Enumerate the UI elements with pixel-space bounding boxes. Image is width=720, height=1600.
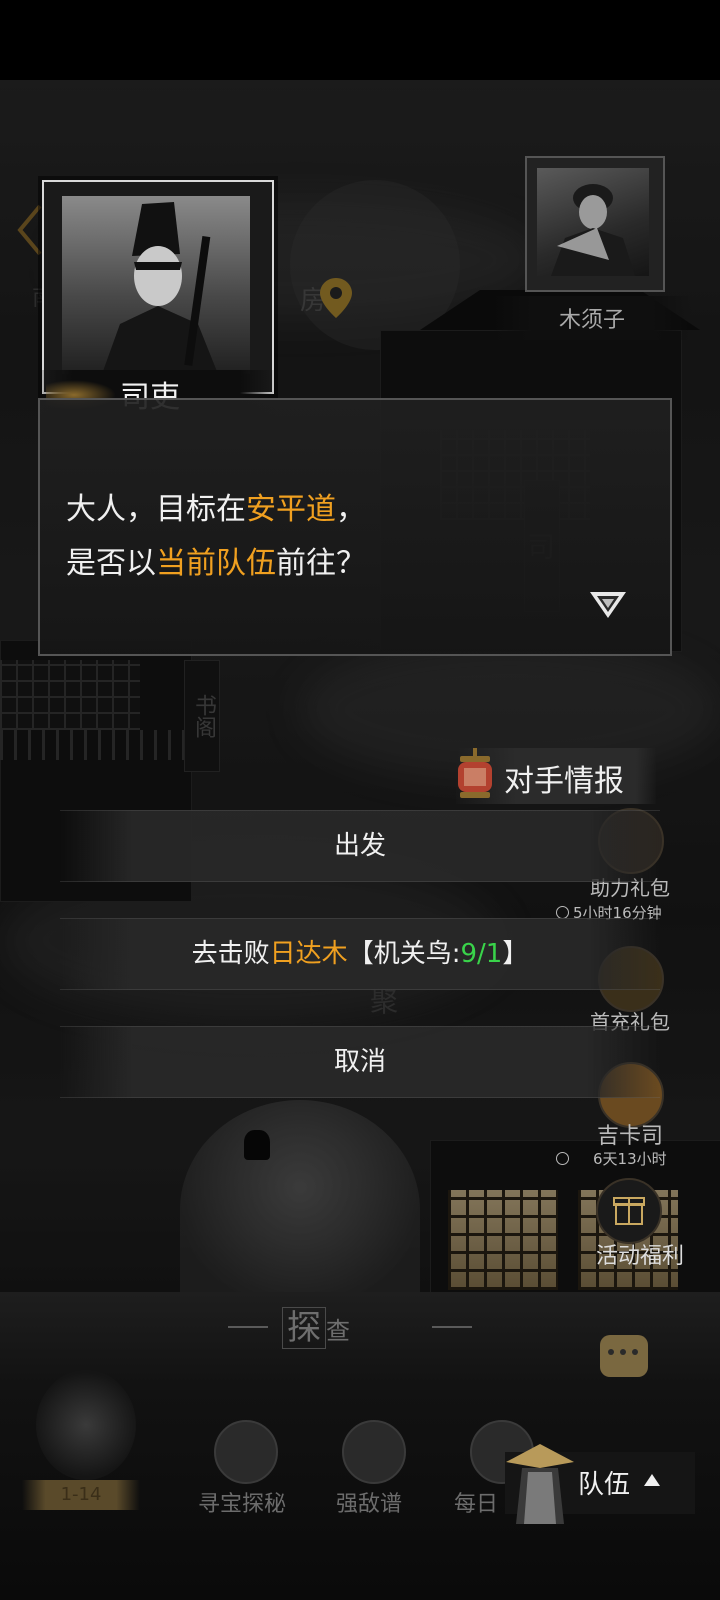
defeat-prefix: 去击败 [191,939,270,969]
jika-label: 吉卡司 [596,1124,663,1149]
jika-timer-text: 6天13小时 [593,1150,667,1168]
stage-level-badge: 1-14 [22,1480,140,1510]
dialog-box[interactable]: 大人，目标在安平道， 是否以当前队伍前往？ [38,398,672,656]
npc-portrait-frame[interactable] [525,156,665,292]
defeat-target-option[interactable]: 去击败日达木【机关鸟:9/1】 [60,918,660,990]
defeat-target-name: 日达木 [269,939,348,969]
dialog-target-location: 安平道 [246,492,336,527]
dialog-line-1: 大人，目标在安平道， [66,484,366,528]
clock-icon [556,1152,569,1165]
dialog-continue-icon[interactable] [588,588,628,620]
status-bar [0,0,720,80]
bracket-open: 【 [347,939,374,969]
dialog-line-1-pre: 大人，目标在 [66,492,246,527]
rival-intel-button[interactable]: 对手情报 [456,748,656,804]
speaker-portrait-frame [42,180,274,394]
rival-intel-label: 对手情报 [504,764,624,799]
gift-box-icon[interactable] [596,1178,662,1244]
explore-title-main: 探 [282,1307,326,1349]
team-leader-icon [506,1444,574,1524]
player-avatar[interactable] [36,1370,136,1480]
bracket-close: 】 [502,939,529,969]
npc-name: 木须子 [558,308,625,333]
dialog-line-1-post: ， [336,492,366,527]
team-label-text: 队伍 [578,1470,631,1500]
title-divider-left [228,1326,268,1328]
triangle-up-icon [644,1474,660,1486]
chat-button[interactable] [600,1335,648,1377]
dialog-current-team: 当前队伍 [156,546,276,581]
required-item-name: 机关鸟: [373,939,461,969]
explore-title-sub: 查 [326,1317,350,1345]
title-divider-right [432,1326,472,1328]
dialog-line-2: 是否以当前队伍前往？ [66,538,366,582]
depart-option[interactable]: 出发 [60,810,660,882]
nav-enemy-list[interactable]: 强敌谱 [336,1486,402,1518]
welfare-label: 活动福利 [595,1244,684,1269]
explore-title: 探查 [282,1300,350,1349]
npc-portrait [537,168,649,276]
jika-timer: 6天13小时 [556,1148,667,1169]
treasure-icon[interactable] [214,1420,278,1484]
lantern-icon [458,748,492,798]
dialog-line-2-post: 前往？ [276,546,366,581]
dialog-line-2-pre: 是否以 [66,546,156,581]
team-label: 队伍 [578,1464,630,1501]
chat-icon [608,1349,614,1355]
nav-treasure[interactable]: 寻宝探秘 [198,1486,286,1518]
required-item-count: 9/1 [460,939,503,969]
enemy-scroll-icon[interactable] [342,1420,406,1484]
speaker-portrait [62,196,250,374]
cancel-option[interactable]: 取消 [60,1026,660,1098]
nav-daily[interactable]: 每日 [454,1486,498,1518]
